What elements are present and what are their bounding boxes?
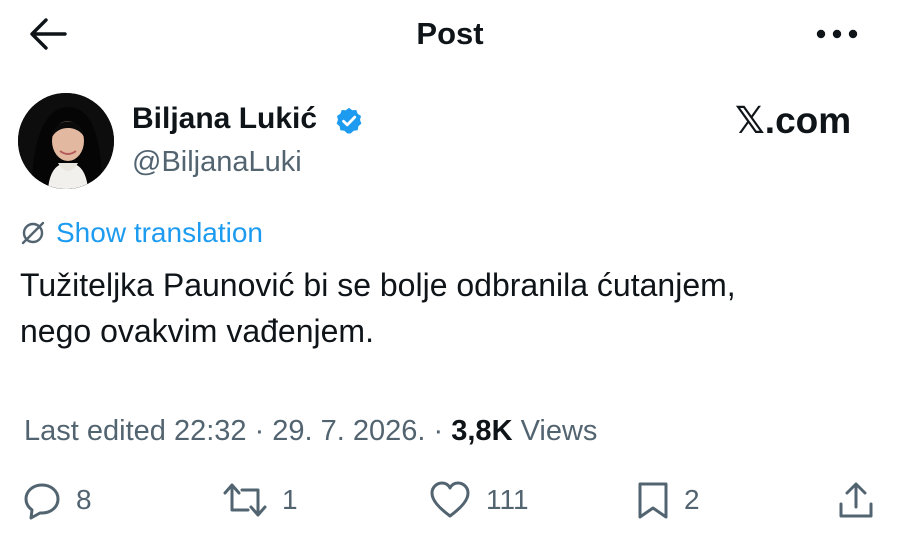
like-button[interactable]: 111 [428, 478, 529, 522]
show-translation-link[interactable]: Show translation [20, 214, 263, 252]
share-button[interactable] [836, 478, 876, 522]
repost-button[interactable]: 1 [222, 478, 298, 522]
reply-count: 8 [76, 484, 92, 515]
repost-count: 1 [282, 484, 298, 515]
like-count: 111 [486, 484, 529, 515]
bookmark-icon [638, 482, 668, 519]
avatar[interactable] [18, 93, 114, 189]
post-text: Tužiteljka Paunović bi se bolje odbranil… [20, 262, 880, 354]
views-count: 3,8K [451, 414, 513, 447]
post-meta: Last edited 22:32 · 29. 7. 2026. · 3,8K … [24, 411, 597, 451]
meta-separator: · [425, 414, 452, 447]
verified-badge-icon [334, 106, 364, 136]
bookmark-button[interactable]: 2 [636, 478, 700, 522]
share-icon [839, 482, 873, 518]
avatar-image [18, 93, 114, 189]
page-title: Post [416, 16, 484, 51]
bookmark-count: 2 [684, 484, 700, 515]
translate-icon [21, 221, 45, 245]
reply-icon [24, 483, 60, 520]
post-text-line-1: Tužiteljka Paunović bi se bolje odbranil… [20, 267, 736, 303]
repost-icon [223, 483, 267, 517]
more-dots-icon [816, 29, 858, 39]
post-text-line-2: nego ovakvim vađenjem. [20, 313, 374, 349]
author-name[interactable]: Biljana Lukić [132, 99, 317, 139]
last-edited-timestamp[interactable]: Last edited 22:32 · 29. 7. 2026. [24, 415, 425, 448]
header-bar: Post [0, 0, 900, 68]
author-handle[interactable]: @BiljanaLuki [132, 142, 302, 182]
reply-button[interactable]: 8 [22, 478, 92, 522]
heart-icon [430, 481, 470, 518]
x-com-watermark: 𝕏.com [735, 100, 852, 141]
views-label: Views [512, 414, 598, 447]
show-translation-label: Show translation [56, 217, 264, 248]
more-options-button[interactable] [812, 14, 862, 54]
